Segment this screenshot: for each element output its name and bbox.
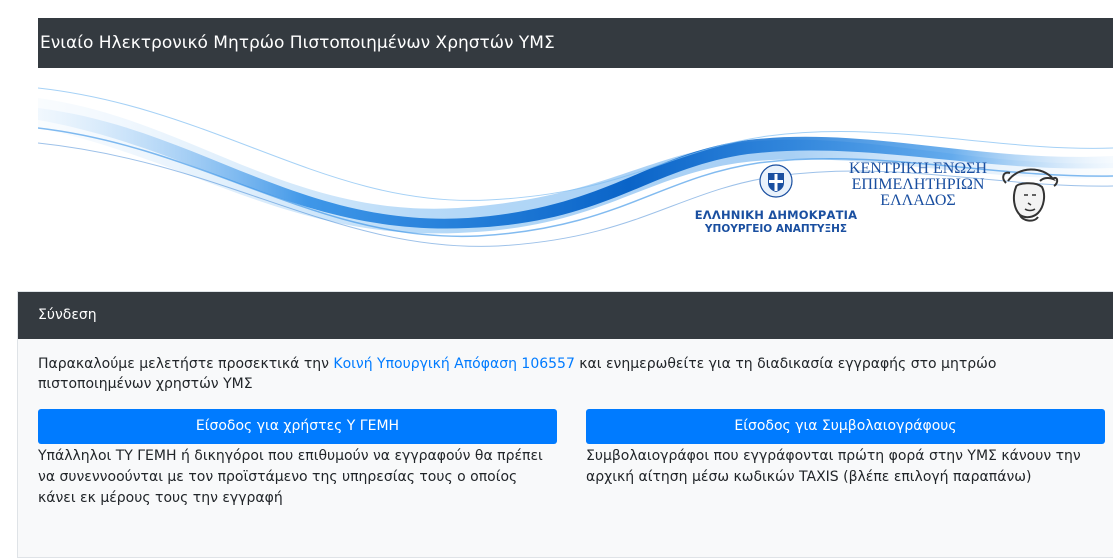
ministerial-decision-link[interactable]: Κοινή Υπουργική Απόφαση 106557 [333, 356, 574, 372]
notaries-description: Συμβολαιογράφοι που εγγράφονται πρώτη φο… [586, 448, 1081, 485]
login-card: Σύνδεση Παρακαλούμε μελετήστε προσεκτικά… [17, 291, 1113, 558]
app-title: Ενιαίο Ηλεκτρονικό Μητρώο Πιστοποιημένων… [40, 33, 555, 53]
login-card-header: Σύνδεση [18, 292, 1113, 339]
notaries-login-button[interactable]: Είσοδος για Συμβολαιογράφους [586, 409, 1105, 444]
login-card-body: Παρακαλούμε μελετήστε προσεκτικά την Κοι… [18, 339, 1113, 506]
header-banner: ΕΛΛΗΝΙΚΗ ΔΗΜΟΚΡΑΤΙΑ ΥΠΟΥΡΓΕΙΟ ΑΝΑΠΤΥΞΗΣ … [38, 68, 1113, 290]
top-navbar: Ενιαίο Ηλεκτρονικό Μητρώο Πιστοποιημένων… [38, 18, 1113, 68]
gemi-users-description: Υπάλληλοι ΤΥ ΓΕΜΗ ή δικηγόροι που επιθυμ… [38, 448, 543, 506]
hermes-head-icon [1002, 168, 1059, 222]
greek-emblem-icon [759, 164, 793, 198]
gemi-users-column: Είσοδος για χρήστες Υ ΓΕΜΗ Υπάλληλοι ΤΥ … [38, 409, 557, 509]
chamber-line-2: ΕΠΙΜΕΛΗΤΗΡΙΩΝ [851, 176, 985, 193]
intro-text-before: Παρακαλούμε μελετήστε προσεκτικά την [38, 356, 334, 372]
chamber-line-1: ΚΕΝΤΡΙΚΗ ΕΝΩΣΗ [848, 160, 988, 177]
chamber-name: ΚΕΝΤΡΙΚΗ ΕΝΩΣΗ ΕΠΙΜΕΛΗΤΗΡΙΩΝ ΕΛΛΑΔΟΣ [838, 161, 998, 209]
chamber-logo: ΚΕΝΤΡΙΚΗ ΕΝΩΣΗ ΕΠΙΜΕΛΗΤΗΡΙΩΝ ΕΛΛΑΔΟΣ [838, 161, 1068, 231]
chamber-line-3: ΕΛΛΑΔΟΣ [880, 192, 956, 209]
gemi-users-login-button[interactable]: Είσοδος για χρήστες Υ ΓΕΜΗ [38, 409, 557, 444]
intro-text: Παρακαλούμε μελετήστε προσεκτικά την Κοι… [38, 354, 1058, 394]
notaries-column: Είσοδος για Συμβολαιογράφους Συμβολαιογρ… [586, 409, 1105, 488]
